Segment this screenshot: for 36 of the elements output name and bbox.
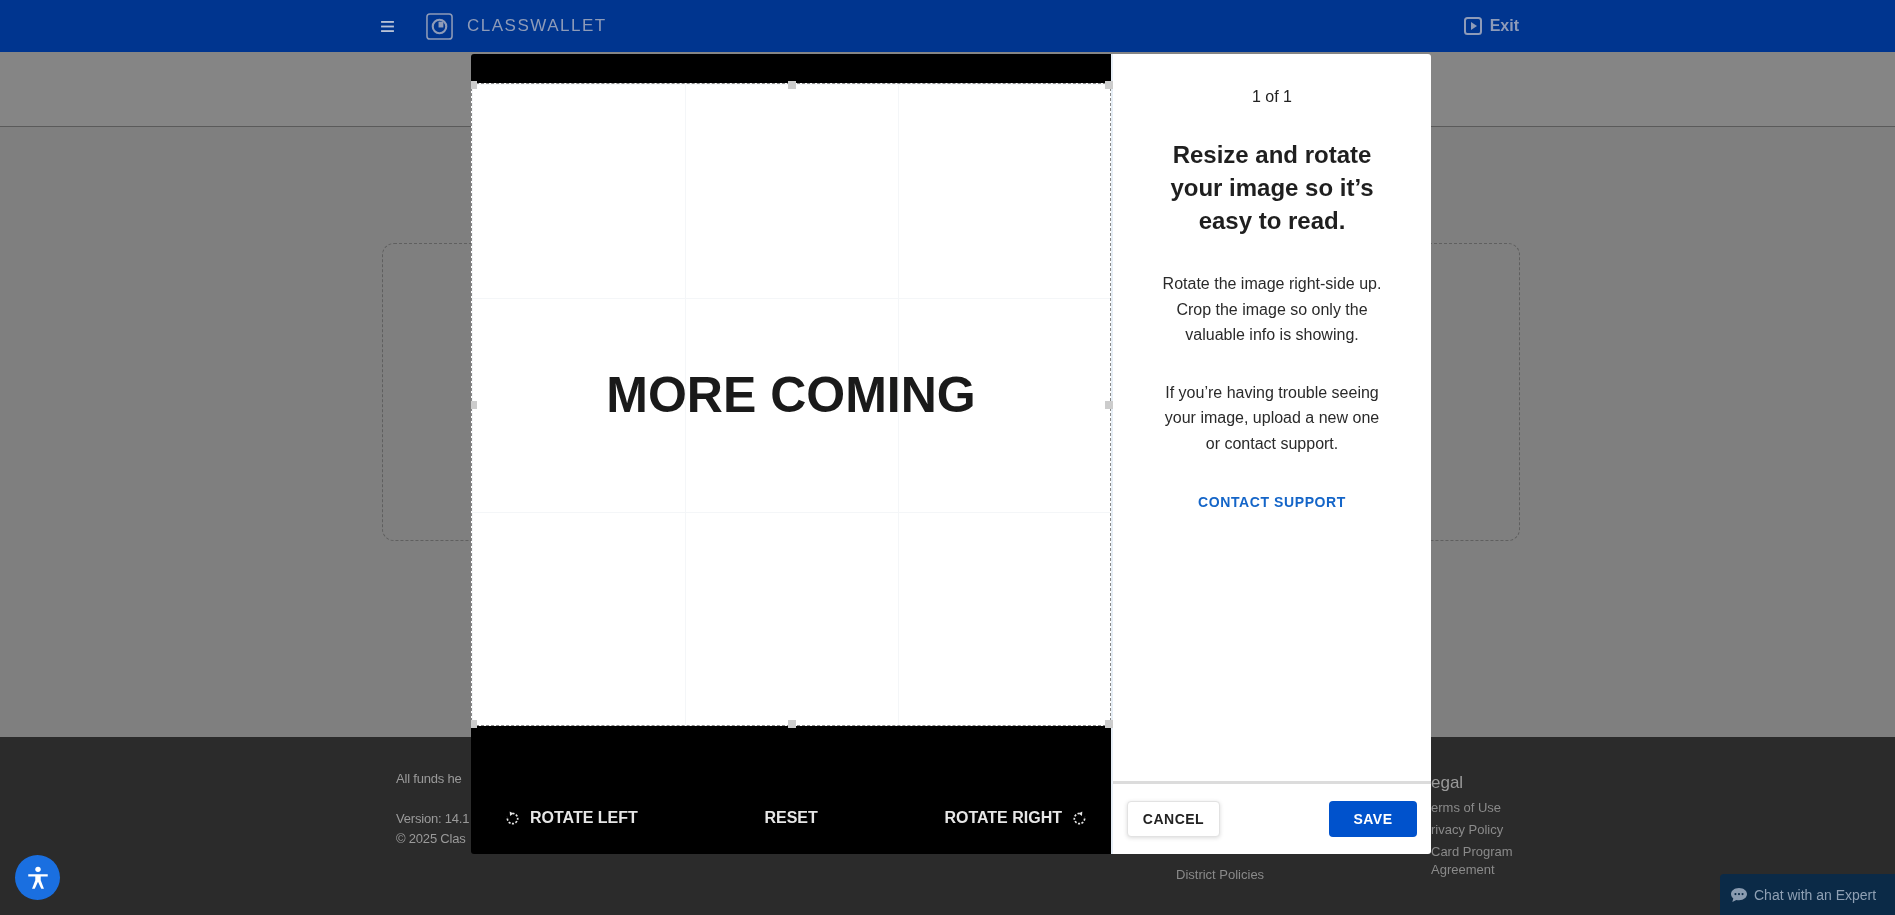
chat-bubble-icon: [1730, 886, 1748, 903]
menu-icon[interactable]: [381, 20, 394, 32]
resize-handle[interactable]: [471, 720, 477, 728]
brand-name: CLASSWALLET: [467, 16, 607, 36]
exit-link[interactable]: Exit: [1463, 17, 1519, 35]
page-counter: 1 of 1: [1252, 88, 1292, 106]
resize-handle[interactable]: [1105, 720, 1113, 728]
cancel-button[interactable]: CANCEL: [1127, 801, 1220, 837]
resize-handle[interactable]: [788, 720, 796, 728]
contact-support-link[interactable]: CONTACT SUPPORT: [1198, 494, 1346, 510]
instruction-text: Rotate the image right-side up. Crop the image so only the valuable info is showing.: [1161, 274, 1383, 345]
version-text: Version: 14.1: [396, 810, 470, 828]
copyright-text: © 2025 Clas: [396, 830, 466, 848]
resize-handle[interactable]: [471, 401, 477, 409]
resize-handle[interactable]: [1105, 81, 1113, 89]
footer-link[interactable]: rivacy Policy: [1431, 821, 1521, 839]
funds-notice: All funds he: [396, 770, 462, 788]
reset-button[interactable]: RESET: [764, 805, 818, 831]
rotate-right-icon: [1072, 810, 1087, 826]
resize-handle[interactable]: [788, 81, 796, 89]
rotate-right-button[interactable]: ROTATE RIGHT: [944, 805, 1087, 831]
resize-handle[interactable]: [471, 81, 477, 89]
logo-icon: [426, 12, 453, 40]
dialog-heading: Resize and rotate your image so it’s easy to read.: [1169, 140, 1375, 236]
rotate-left-icon: [505, 810, 520, 826]
chat-button[interactable]: Chat with an Expert: [1720, 874, 1895, 915]
instruction-text: If you’re having trouble seeing your image, upload a new one or contact support.: [1163, 382, 1381, 454]
play-icon: [1463, 17, 1482, 35]
image-text: MORE COMING: [606, 365, 976, 424]
footer-heading: egal: [1431, 772, 1465, 793]
footer-link[interactable]: Card Program Agreement: [1431, 843, 1521, 879]
footer-link[interactable]: erms of Use: [1431, 799, 1521, 817]
save-button[interactable]: SAVE: [1329, 801, 1417, 837]
rotate-left-button[interactable]: ROTATE LEFT: [505, 805, 638, 831]
resize-handle[interactable]: [1105, 401, 1113, 409]
footer-link[interactable]: District Policies: [1176, 867, 1265, 882]
